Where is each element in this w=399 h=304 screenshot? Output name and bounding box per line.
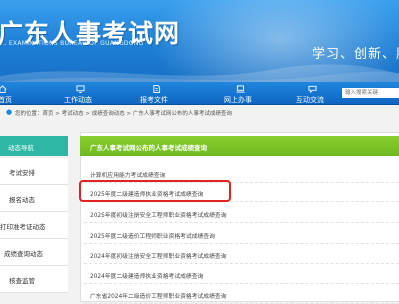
- sidebar-item-label: 报名动态: [9, 196, 35, 204]
- main-nav: 首页 工作动态 报考文件 网上办事 互动交流: [0, 82, 399, 105]
- breadcrumb: ● 您的位置：首页 > 考试动态 > 成绩查询动态 > 广东人事考试网公布的人事…: [0, 106, 399, 120]
- nav-label: 互动交流: [296, 96, 324, 104]
- sidebar-title: 动态导航: [0, 136, 68, 156]
- sidebar-item-admission-ticket[interactable]: 打印准考证动态: [0, 212, 68, 239]
- sidebar-title-label: 动态导航: [8, 144, 34, 152]
- sidebar-item-score-query[interactable]: 成绩查询动态: [0, 239, 68, 266]
- sidebar-item-label: 打印准考证动态: [0, 223, 46, 231]
- nav-label: 首页: [0, 96, 12, 104]
- nav-label: 工作动态: [64, 96, 92, 104]
- nav-item-interaction[interactable]: 互动交流: [294, 82, 334, 104]
- nav-item-online-services[interactable]: 网上办事: [222, 82, 262, 104]
- sidebar-item-label: 成绩查询动态: [4, 250, 43, 258]
- list-item[interactable]: 2025年度二级造价工程师职业资格考试成绩查询: [84, 225, 399, 244]
- document-icon: [153, 85, 161, 93]
- nav-item-work-news[interactable]: 工作动态: [64, 82, 104, 104]
- list-item[interactable]: 广东省2024年二级造价工程师职业资格考试成绩查询: [84, 285, 399, 304]
- list-item-link[interactable]: 2025年度二级造价工程师职业资格考试成绩查询: [90, 231, 215, 240]
- sidebar-item-exam-schedule[interactable]: 考试安排: [0, 158, 68, 185]
- list-item[interactable]: 2025年度初级注册安全工程师职业资格考试成绩查询: [84, 204, 399, 223]
- nav-label: 报考文件: [140, 96, 168, 104]
- monitor-icon: [76, 85, 85, 93]
- computer-icon: [236, 85, 245, 93]
- highlight-box: [79, 180, 231, 202]
- list-item-link[interactable]: 广东省2024年二级造价工程师职业资格考试成绩查询: [90, 291, 227, 300]
- sidebar-item-label: 考试安排: [9, 169, 35, 177]
- sidebar-item-registration[interactable]: 报名动态: [0, 185, 68, 212]
- search-input[interactable]: [342, 88, 399, 98]
- site-logo-subtitle: ... EXAMINATIONS BUREAU OF GUANGDONG: [0, 40, 144, 47]
- list-item[interactable]: 2024年度二级建造师执业资格考试成绩查询: [84, 265, 399, 284]
- sidebar-item-label: 核查监管: [9, 277, 35, 285]
- home-icon: [0, 85, 7, 93]
- list-item-link[interactable]: 2024年度初级注册安全工程师职业资格考试成绩查询: [90, 251, 227, 260]
- location-pin-icon: ●: [6, 108, 13, 116]
- sidebar-item-verification[interactable]: 核查监管: [0, 266, 68, 293]
- breadcrumb-text[interactable]: 您的位置：首页 > 考试动态 > 成绩查询动态 > 广东人事考试网公布的人事考试…: [15, 109, 232, 117]
- chat-icon: [308, 85, 317, 93]
- header-banner: 广东人事考试网 ... EXAMINATIONS BUREAU OF GUANG…: [0, 0, 399, 82]
- content-title-bar: 广东人事考试网公布的人事考试成绩查询: [80, 136, 399, 156]
- list-item-link[interactable]: 2024年度二级建造师执业资格考试成绩查询: [90, 271, 203, 280]
- list-item-link[interactable]: 2025年度初级注册安全工程师职业资格考试成绩查询: [90, 210, 227, 219]
- list-item[interactable]: 2024年度初级注册安全工程师职业资格考试成绩查询: [84, 245, 399, 264]
- list-item-link[interactable]: 计算机应用能力考试成绩查询: [90, 170, 165, 179]
- content-title: 广东人事考试网公布的人事考试成绩查询: [90, 144, 207, 152]
- nav-item-home[interactable]: 首页: [0, 82, 24, 104]
- nav-item-exam-files[interactable]: 报考文件: [138, 82, 178, 104]
- site-slogan: 学习、创新、服务、: [312, 47, 399, 62]
- nav-label: 网上办事: [224, 96, 252, 104]
